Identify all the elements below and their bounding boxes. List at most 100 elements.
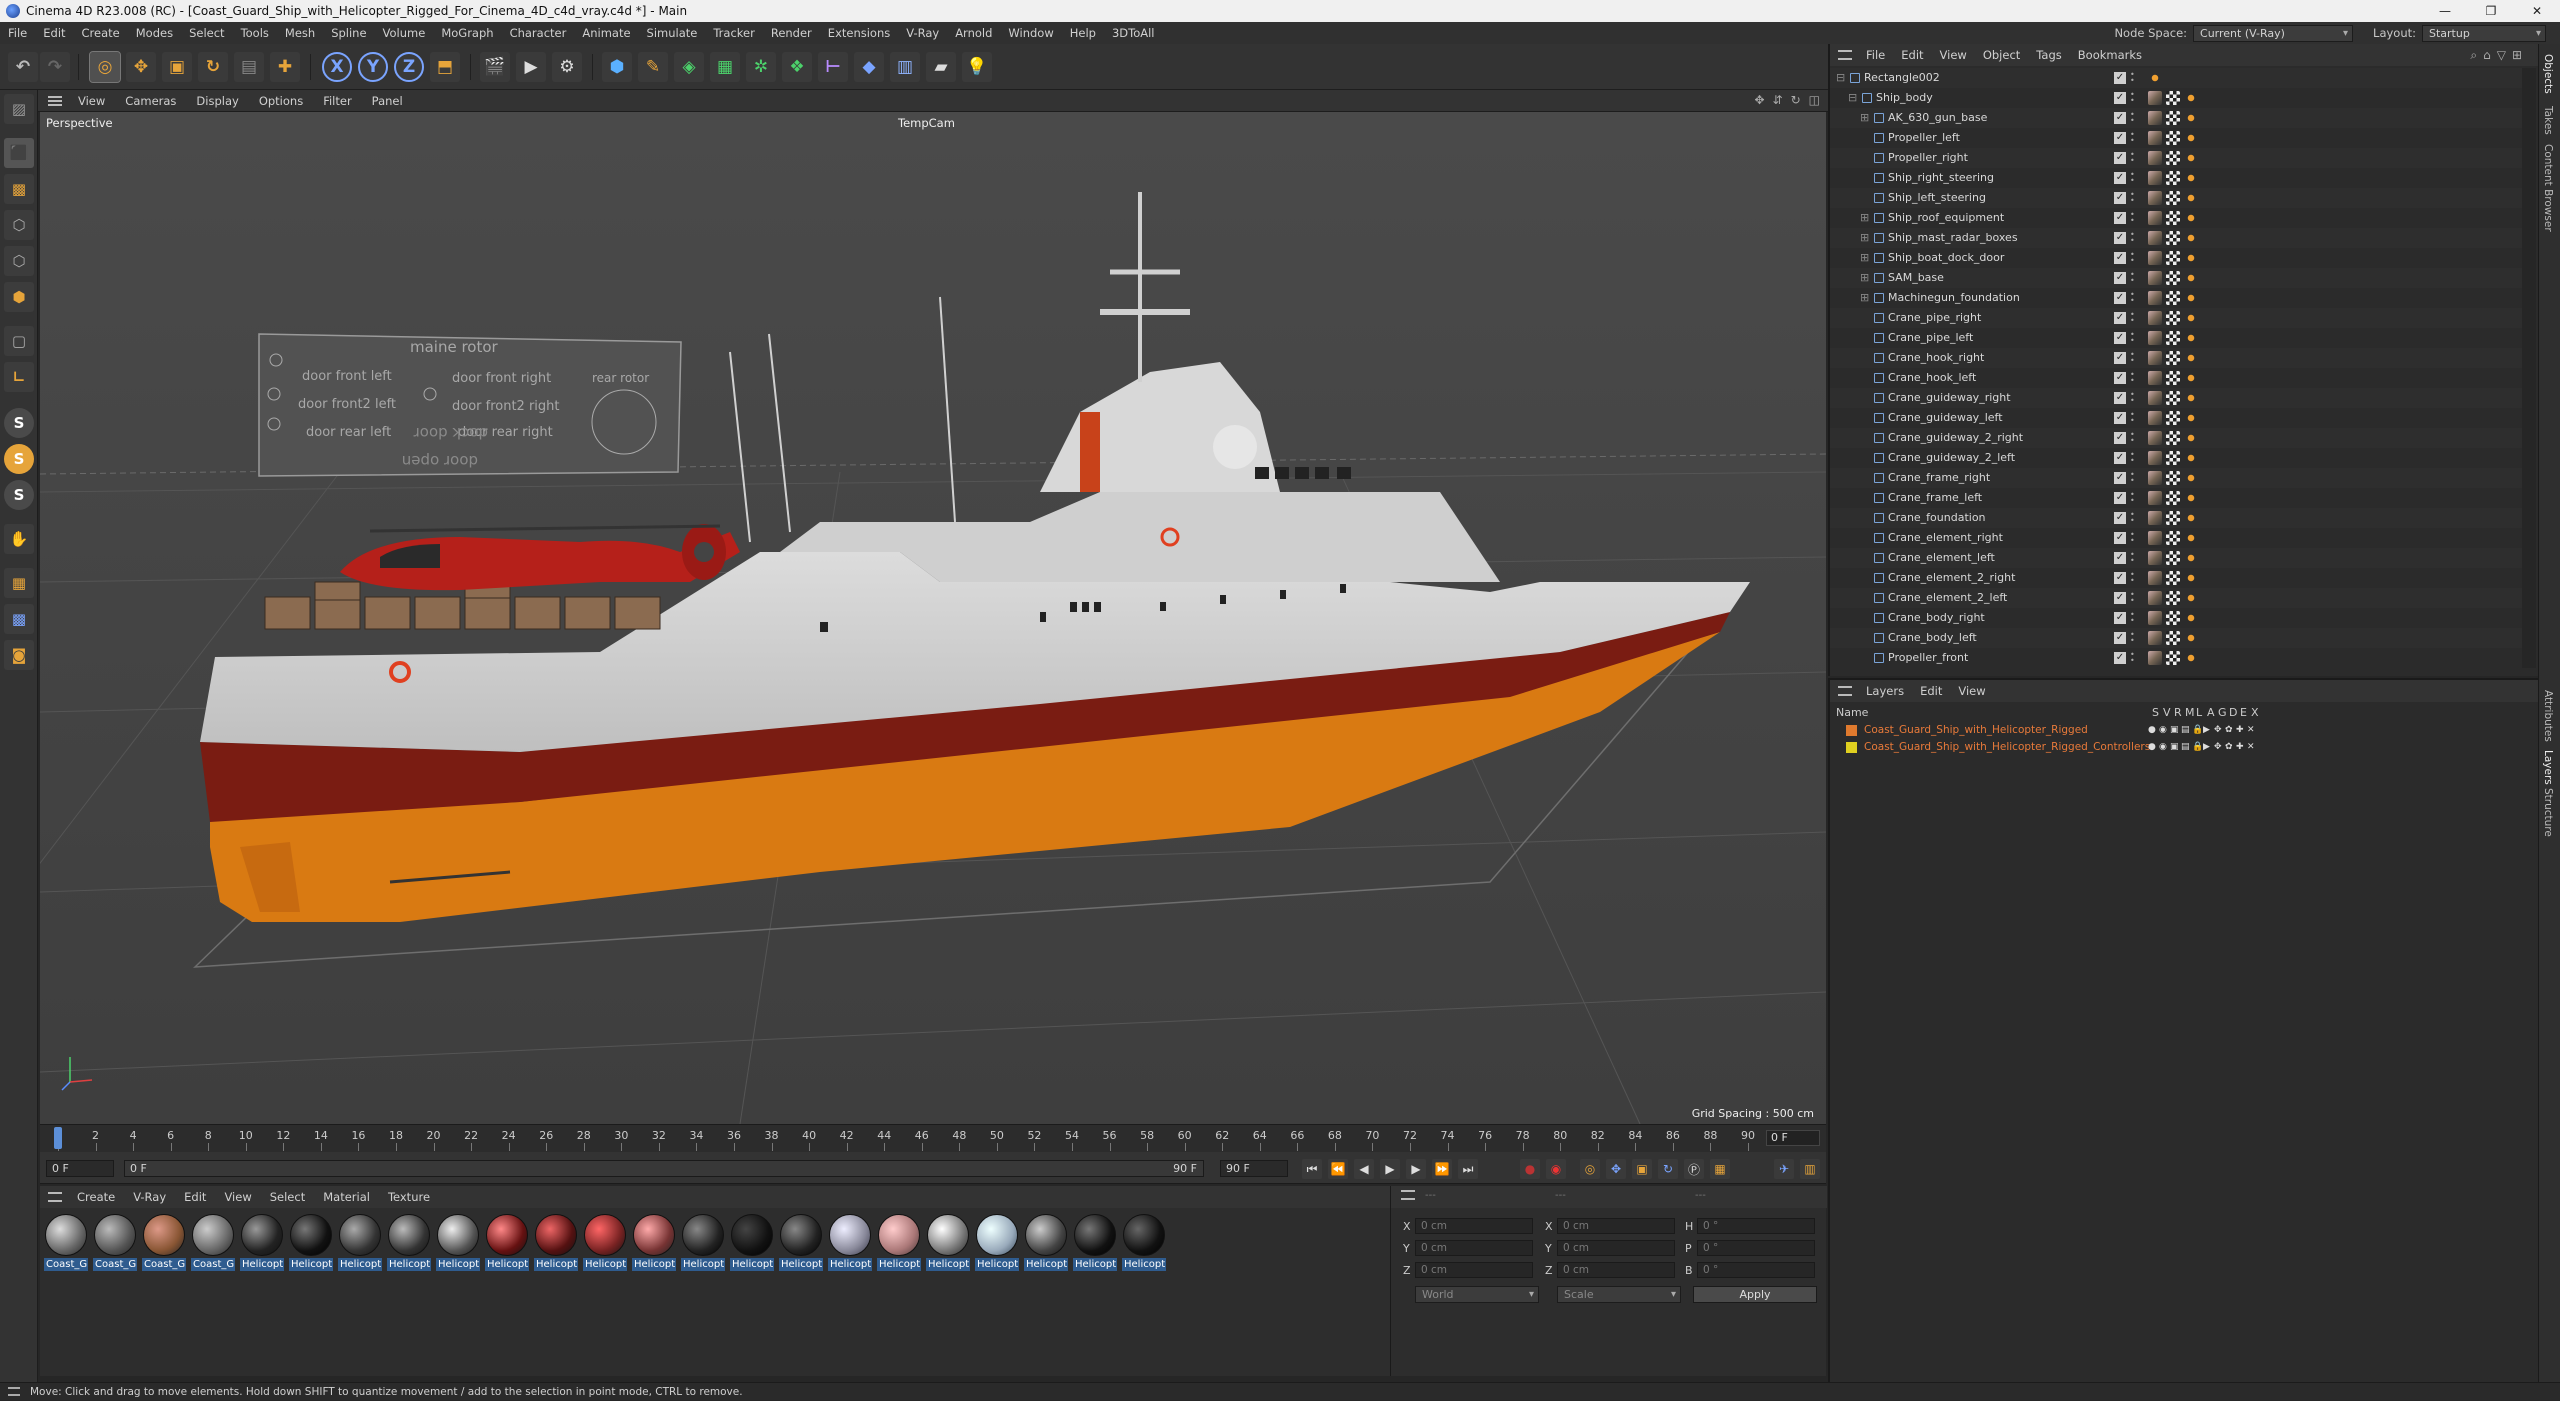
object-menu-bookmarks[interactable]: Bookmarks (2070, 48, 2150, 62)
layer-color-swatch[interactable] (1846, 742, 1857, 753)
protection-tag-icon[interactable] (2184, 451, 2198, 465)
restore-icon[interactable]: ❐ (2468, 4, 2514, 18)
menu-3dtoall[interactable]: 3DToAll (1104, 26, 1163, 40)
material-tag-icon[interactable] (2148, 91, 2162, 105)
object-row[interactable]: Crane_pipe_left ✓ • • (1830, 328, 2522, 348)
object-row[interactable]: ⊟ Ship_body ✓ • • (1830, 88, 2522, 108)
object-enabled-checkbox[interactable]: ✓ (2114, 112, 2126, 124)
previous-key-icon[interactable]: ⏪ (1328, 1159, 1348, 1179)
object-name[interactable]: Crane_guideway_left (1888, 408, 2003, 428)
material-swatch[interactable]: Coast_G (44, 1214, 88, 1272)
object-row[interactable]: Crane_frame_left ✓ • • (1830, 488, 2522, 508)
material-swatch[interactable]: Helicopt (779, 1214, 823, 1272)
visibility-dots-icon[interactable]: • • (2130, 91, 2135, 105)
visibility-dots-icon[interactable]: • • (2130, 511, 2135, 525)
render-view-icon[interactable]: 🎬 (480, 52, 510, 82)
object-name[interactable]: Propeller_right (1888, 148, 1968, 168)
object-row[interactable]: ⊞ Ship_boat_dock_door ✓ • • (1830, 248, 2522, 268)
object-enabled-checkbox[interactable]: ✓ (2114, 592, 2126, 604)
generator-icon[interactable]: ✥ (2214, 739, 2222, 756)
visibility-dots-icon[interactable]: • • (2130, 631, 2135, 645)
material-tag-icon[interactable] (2148, 371, 2162, 385)
render-settings-icon[interactable]: ⚙ (552, 52, 582, 82)
texture-tag-icon[interactable] (2166, 91, 2180, 105)
texture-tag-icon[interactable] (2166, 231, 2180, 245)
motion-clip-icon[interactable]: ✈ (1774, 1159, 1794, 1179)
protection-tag-icon[interactable] (2184, 511, 2198, 525)
object-enabled-checkbox[interactable]: ✓ (2114, 72, 2126, 84)
object-enabled-checkbox[interactable]: ✓ (2114, 552, 2126, 564)
object-row[interactable]: Crane_hook_left ✓ • • (1830, 368, 2522, 388)
coordinates-menu-icon[interactable] (1401, 1190, 1415, 1200)
visibility-dots-icon[interactable]: • • (2130, 351, 2135, 365)
object-enabled-checkbox[interactable]: ✓ (2114, 652, 2126, 664)
protection-tag-icon[interactable] (2148, 71, 2162, 85)
pen-spline-icon[interactable]: ✎ (638, 52, 668, 82)
visible-editor-icon[interactable]: ◉ (2159, 722, 2167, 739)
add-tool-icon[interactable]: ✚ (270, 52, 300, 82)
object-name[interactable]: Crane_frame_right (1888, 468, 1990, 488)
material-swatch[interactable]: Helicopt (240, 1214, 284, 1272)
polygons-mode-icon[interactable]: ⬢ (4, 282, 34, 312)
material-tag-icon[interactable] (2148, 171, 2162, 185)
timeline-playhead[interactable] (54, 1127, 62, 1149)
object-row[interactable]: ⊞ AK_630_gun_base ✓ • • (1830, 108, 2522, 128)
key-parameter-icon[interactable]: Ⓟ (1684, 1159, 1704, 1179)
menu-mesh[interactable]: Mesh (277, 26, 323, 40)
object-name[interactable]: Crane_hook_left (1888, 368, 1976, 388)
size-mode-dropdown[interactable]: Scale (1557, 1286, 1681, 1303)
snap-settings-icon[interactable]: S (4, 444, 34, 474)
extrude-icon[interactable]: ▦ (710, 52, 740, 82)
redo-icon[interactable]: ↷ (40, 52, 70, 82)
viewport-menu-options[interactable]: Options (249, 94, 313, 108)
deformer-icon[interactable]: ✿ (2225, 722, 2233, 739)
visibility-dots-icon[interactable]: • • (2130, 191, 2135, 205)
render-picture-viewer-icon[interactable]: ▶ (516, 52, 546, 82)
texture-tag-icon[interactable] (2166, 631, 2180, 645)
object-name[interactable]: Crane_element_right (1888, 528, 2003, 548)
layer-row[interactable]: Coast_Guard_Ship_with_Helicopter_Rigged ●… (1830, 722, 2540, 739)
lock-icon[interactable]: 🔒 (2192, 739, 2203, 756)
active-camera-label[interactable]: TempCam (898, 116, 955, 130)
tab-attributes[interactable]: Attributes (2542, 690, 2554, 742)
snap-icon[interactable]: S (4, 408, 34, 438)
visibility-dots-icon[interactable]: • • (2130, 431, 2135, 445)
visibility-dots-icon[interactable]: • • (2130, 451, 2135, 465)
object-enabled-checkbox[interactable]: ✓ (2114, 352, 2126, 364)
quantize-icon[interactable]: S (4, 480, 34, 510)
record-icon[interactable]: ● (1520, 1159, 1540, 1179)
protection-tag-icon[interactable] (2184, 291, 2198, 305)
layer-menu-icon[interactable] (1838, 686, 1852, 696)
minimize-icon[interactable]: — (2422, 4, 2468, 18)
current-frame-field[interactable]: 0 F (1766, 1130, 1820, 1146)
material-swatch[interactable]: Helicopt (828, 1214, 872, 1272)
material-tag-icon[interactable] (2148, 391, 2162, 405)
expand-toggle-icon[interactable]: ⊞ (1860, 108, 1869, 128)
object-name[interactable]: Propeller_front (1888, 648, 1968, 668)
texture-tag-icon[interactable] (2166, 351, 2180, 365)
auto-key-icon[interactable]: ◉ (1546, 1159, 1566, 1179)
tab-content-browser[interactable]: Content Browser (2542, 144, 2554, 232)
workplane-icon[interactable]: ∟ (4, 362, 34, 392)
next-key-icon[interactable]: ⏩ (1432, 1159, 1452, 1179)
object-enabled-checkbox[interactable]: ✓ (2114, 152, 2126, 164)
material-tag-icon[interactable] (2148, 431, 2162, 445)
texture-tag-icon[interactable] (2166, 491, 2180, 505)
manager-icon[interactable]: ▤ (2181, 739, 2190, 756)
object-enabled-checkbox[interactable]: ✓ (2114, 412, 2126, 424)
object-name[interactable]: Crane_pipe_right (1888, 308, 1981, 328)
key-rotation-icon[interactable]: ↻ (1658, 1159, 1678, 1179)
menu-character[interactable]: Character (502, 26, 575, 40)
texture-tag-icon[interactable] (2166, 251, 2180, 265)
material-swatch[interactable]: Coast_G (191, 1214, 235, 1272)
visibility-dots-icon[interactable]: • • (2130, 231, 2135, 245)
object-enabled-checkbox[interactable]: ✓ (2114, 232, 2126, 244)
object-enabled-checkbox[interactable]: ✓ (2114, 272, 2126, 284)
protection-tag-icon[interactable] (2184, 491, 2198, 505)
object-row[interactable]: Crane_element_left ✓ • • (1830, 548, 2522, 568)
end-frame-field[interactable]: 90 F (1220, 1160, 1288, 1177)
manager-icon[interactable]: ▤ (2181, 722, 2190, 739)
viewport-maximize-icon[interactable]: ◫ (1809, 93, 1820, 107)
object-row[interactable]: Crane_frame_right ✓ • • (1830, 468, 2522, 488)
protection-tag-icon[interactable] (2184, 411, 2198, 425)
